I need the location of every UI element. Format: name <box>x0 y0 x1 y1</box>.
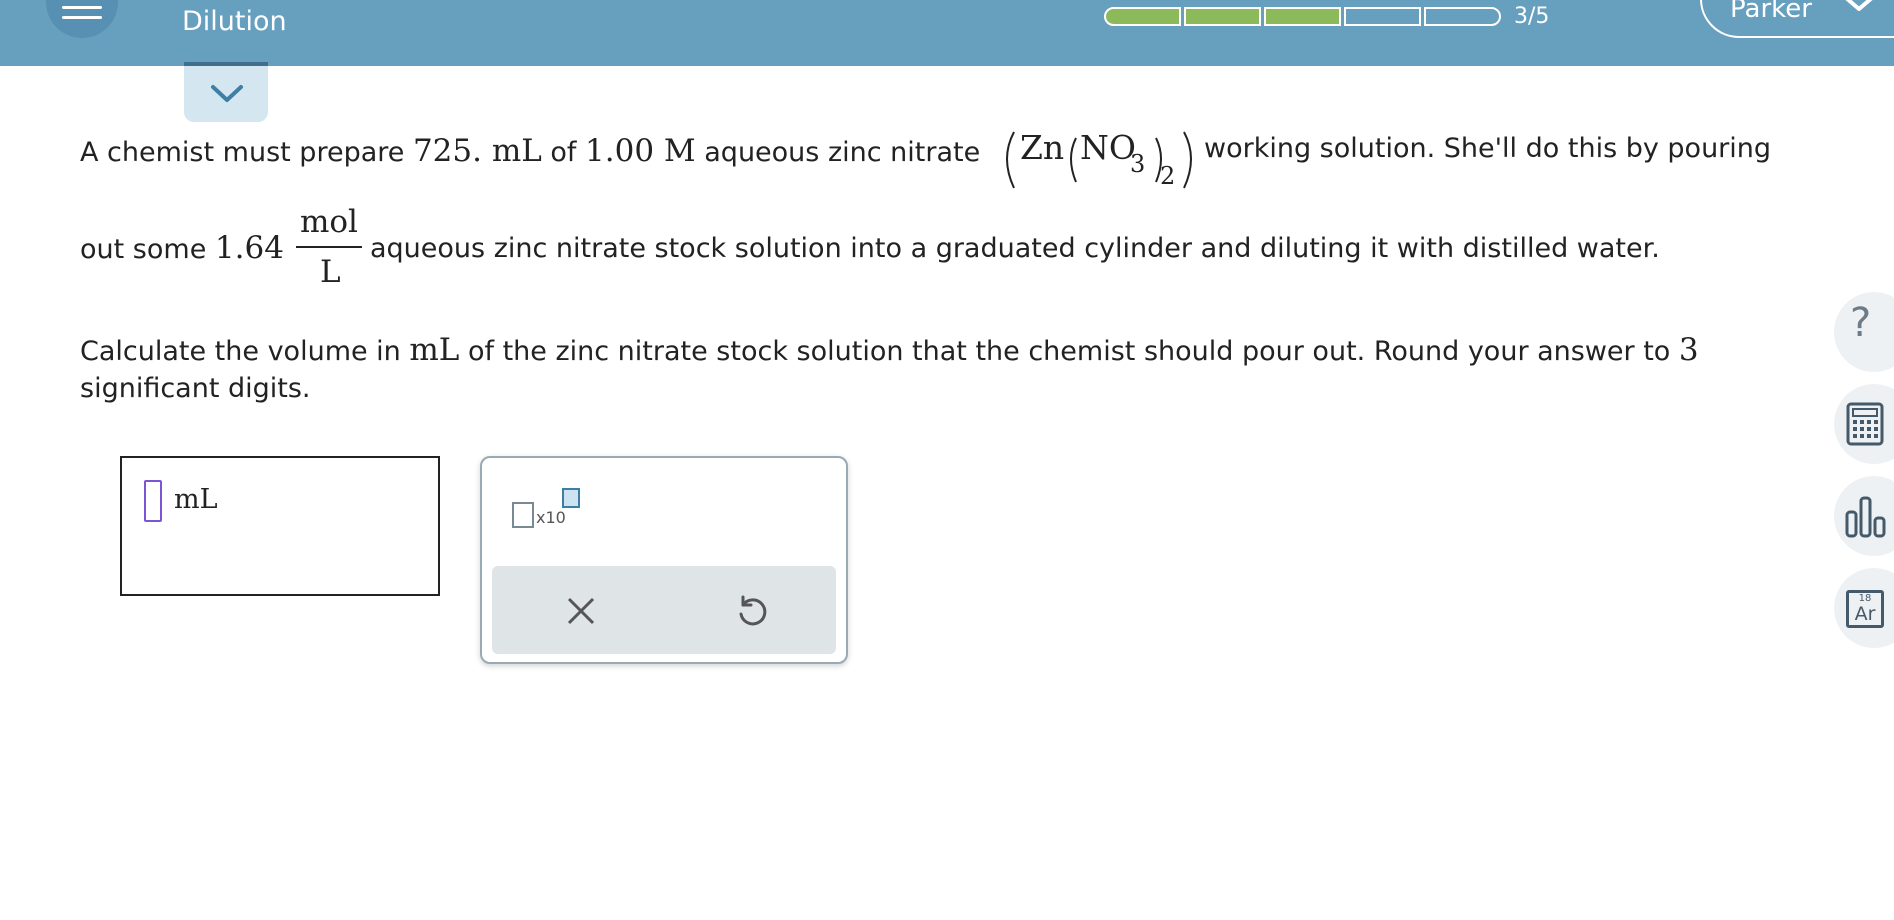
sig-fig-count: 3 <box>1678 332 1699 368</box>
help-button[interactable]: ? <box>1834 292 1894 372</box>
question-text: Calculate the volume in <box>80 336 410 367</box>
fraction-bar <box>296 246 362 248</box>
user-name: Parker <box>1730 0 1812 24</box>
question-line-2-cont: aqueous zinc nitrate stock solution into… <box>370 233 1660 264</box>
answer-input[interactable]: mL <box>120 456 440 596</box>
hamburger-icon-bar <box>62 6 102 9</box>
answer-unit-label: mL <box>174 484 218 515</box>
question-line-4: significant digits. <box>80 373 311 404</box>
unit-fraction-denominator: L <box>320 254 341 290</box>
data-chart-button[interactable] <box>1834 476 1894 556</box>
math-tool-palette: x10 <box>480 456 848 664</box>
periodic-table-button[interactable]: 18 Ar <box>1834 568 1894 648</box>
target-volume-value: 725. <box>412 133 482 169</box>
calculator-icon <box>1846 402 1884 446</box>
molarity-unit: M <box>654 133 696 169</box>
formula-subscript: 3 <box>1130 150 1146 178</box>
chevron-down-icon <box>211 85 243 102</box>
progress-segment <box>1344 7 1421 26</box>
close-icon[interactable] <box>564 594 598 628</box>
formula-subscript: 2 <box>1160 162 1176 190</box>
collapse-toggle-button[interactable] <box>184 62 268 122</box>
unit-fraction-numerator: mol <box>300 204 358 240</box>
progress-segment <box>1424 7 1501 26</box>
progress-bar <box>1104 7 1501 26</box>
calculator-button[interactable] <box>1834 384 1894 464</box>
question-text: out some <box>80 234 215 265</box>
user-menu-button[interactable]: Parker <box>1700 0 1894 38</box>
times-ten-label: x10 <box>536 508 566 527</box>
question-line-1-cont: working solution. She'll do this by pour… <box>1204 133 1772 164</box>
palette-action-bar <box>492 566 836 654</box>
periodic-table-icon: 18 Ar <box>1846 590 1884 628</box>
progress-segment <box>1184 7 1261 26</box>
topic-title: Dilution <box>182 6 287 37</box>
menu-button[interactable] <box>46 0 118 38</box>
question-mark-icon: ? <box>1850 300 1872 346</box>
question-text: aqueous zinc nitrate <box>695 137 981 168</box>
target-molarity-value: 1.00 <box>585 133 655 169</box>
chevron-down-icon <box>1845 0 1873 11</box>
progress-segment <box>1104 7 1181 26</box>
volume-unit: mL <box>409 332 460 368</box>
question-line-2: out some 1.64 <box>80 230 284 266</box>
exponent-slot-icon <box>562 488 580 508</box>
header-bar: Dilution 3/5 Parker <box>0 0 1894 66</box>
element-symbol-label: Ar <box>1854 603 1876 625</box>
question-text: of <box>541 137 586 168</box>
formula-group-no: NO <box>1080 128 1136 167</box>
question-text: A chemist must prepare <box>80 137 413 168</box>
bar-chart-icon <box>1845 496 1886 538</box>
scientific-notation-button[interactable]: x10 <box>512 488 592 534</box>
stock-concentration-value: 1.64 <box>214 230 284 266</box>
hamburger-icon-bar <box>62 16 102 19</box>
volume-unit: mL <box>481 133 542 169</box>
question-line-1: A chemist must prepare 725. mL of 1.00 M… <box>80 133 980 169</box>
page: Dilution 3/5 Parker A chemist must prepa… <box>0 0 1894 920</box>
formula-element-zn: Zn <box>1020 128 1065 167</box>
progress-segment <box>1264 7 1341 26</box>
question-text: of the zinc nitrate stock solution that … <box>459 336 1679 367</box>
mantissa-slot-icon <box>512 502 534 528</box>
answer-cursor-slot[interactable] <box>144 480 162 522</box>
undo-icon[interactable] <box>734 594 768 628</box>
progress-label: 3/5 <box>1514 4 1550 29</box>
question-line-3: Calculate the volume in mL of the zinc n… <box>80 332 1699 368</box>
